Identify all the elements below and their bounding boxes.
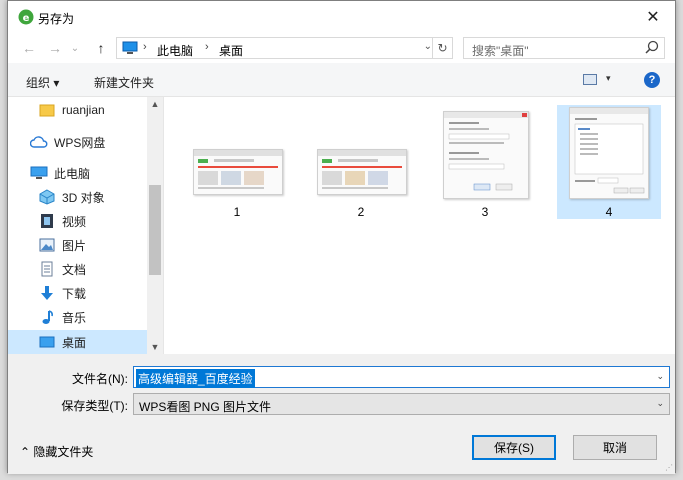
refresh-button[interactable]: ↻ (432, 38, 452, 58)
desktop-icon (38, 334, 56, 350)
file-thumbnail (443, 111, 529, 199)
save-options-panel: 文件名(N): 高级编辑器_百度经验 ⌄ 保存类型(T): WPS看图 PNG … (8, 354, 675, 474)
filetype-label: 保存类型(T): (61, 399, 128, 413)
hide-folders-toggle[interactable]: ⌃ 隐藏文件夹 (20, 443, 93, 460)
close-icon[interactable]: ✕ (646, 7, 659, 27)
sidebar-item-music[interactable]: 音乐 (8, 305, 148, 329)
sidebar-item-label: 3D 对象 (62, 190, 105, 205)
breadcrumb-desktop[interactable]: 桌面 (219, 42, 243, 59)
filetype-value: WPS看图 PNG 图片文件 (139, 400, 272, 414)
computer-icon (122, 41, 138, 54)
close-button[interactable]: ✕ (631, 1, 675, 33)
help-icon[interactable]: ? (644, 72, 660, 88)
file-name: 2 (357, 205, 365, 219)
organize-button[interactable]: 组织 ▾ (26, 74, 59, 91)
scroll-up-icon[interactable]: ▲ (147, 99, 163, 109)
file-name: 3 (481, 205, 489, 219)
sidebar-item-pictures[interactable]: 图片 (8, 233, 148, 257)
save-as-dialog: e 另存为 ✕ ← → ⌄ ↑ › 此电脑 › 桌面 ⌄ ↻ 搜索"桌面" 组织… (7, 0, 676, 474)
save-button[interactable]: 保存(S) (472, 435, 556, 460)
breadcrumb-this-pc[interactable]: 此电脑 (157, 42, 193, 59)
sidebar-item-3d-objects[interactable]: 3D 对象 (8, 185, 148, 209)
document-icon (38, 261, 56, 277)
sidebar-item-documents[interactable]: 文档 (8, 257, 148, 281)
view-icon[interactable] (583, 74, 597, 85)
save-button-label: 保存(S) (494, 441, 534, 455)
webpage-preview-icon (194, 150, 282, 189)
command-toolbar: 组织 ▾ 新建文件夹 ▾ ? (8, 63, 675, 97)
view-dropdown-button[interactable]: ▾ (606, 73, 611, 84)
sidebar-scrollbar[interactable]: ▲ ▼ (147, 97, 163, 354)
filetype-select[interactable]: WPS看图 PNG 图片文件 ⌄ (133, 393, 670, 415)
file-item[interactable]: 4 (557, 105, 661, 219)
dialog-preview-icon (570, 108, 648, 194)
sidebar-item-desktop[interactable]: 桌面 (8, 330, 148, 354)
sidebar-item-label: WPS网盘 (54, 135, 106, 150)
computer-icon (30, 165, 48, 181)
webpage-preview-icon (318, 150, 406, 189)
filename-label: 文件名(N): (72, 372, 128, 386)
chevron-down-icon[interactable]: ⌄ (424, 41, 432, 52)
cancel-button-label: 取消 (602, 441, 627, 455)
sidebar-item-downloads[interactable]: 下载 (8, 281, 148, 305)
titlebar: e 另存为 ✕ (8, 1, 675, 33)
sidebar-item-videos[interactable]: 视频 (8, 209, 148, 233)
sidebar-item-this-pc[interactable]: 此电脑 (8, 161, 148, 185)
forward-button[interactable]: → (46, 39, 64, 57)
cancel-button[interactable]: 取消 (573, 435, 657, 460)
address-bar[interactable]: › 此电脑 › 桌面 ⌄ ↻ (116, 37, 453, 59)
dialog-title: 另存为 (38, 12, 75, 26)
file-name: 4 (605, 205, 613, 219)
back-button[interactable]: ← (20, 39, 38, 57)
svg-text:e: e (23, 13, 30, 24)
chevron-down-icon[interactable]: ⌄ (656, 371, 664, 382)
file-item[interactable]: 3 (433, 105, 537, 219)
sidebar-item-label: 图片 (62, 238, 87, 253)
search-icon[interactable] (645, 40, 659, 56)
breadcrumb-separator: › (143, 41, 147, 53)
up-button[interactable]: ↑ (92, 39, 110, 57)
sidebar-item-label: 文档 (62, 262, 87, 277)
new-folder-button[interactable]: 新建文件夹 (94, 74, 154, 91)
sidebar-item-label: 桌面 (62, 335, 87, 350)
navigation-pane: ruanjian WPS网盘 此电脑 3D 对象 视频 图片 文档 下载 音乐 … (8, 97, 164, 354)
resize-grip-icon[interactable]: ⋰ (665, 463, 673, 472)
breadcrumb-separator: › (205, 41, 209, 53)
video-icon (38, 213, 56, 229)
file-item[interactable]: 2 (309, 105, 413, 219)
sidebar-item-label: 下载 (62, 286, 87, 301)
sidebar-item-ruanjian[interactable]: ruanjian (8, 98, 148, 122)
file-item[interactable]: 1 (185, 105, 289, 219)
sidebar-item-label: 视频 (62, 214, 87, 229)
folder-icon (38, 102, 56, 118)
scroll-down-icon[interactable]: ▼ (147, 342, 163, 352)
filename-input[interactable]: 高级编辑器_百度经验 ⌄ (133, 366, 670, 388)
cube-icon (38, 189, 56, 205)
sidebar-item-label: 音乐 (62, 310, 87, 325)
file-thumbnail (569, 107, 649, 199)
sidebar-item-label: ruanjian (62, 103, 105, 117)
download-icon (38, 285, 56, 301)
picture-icon (38, 237, 56, 253)
music-icon (38, 309, 56, 325)
file-thumbnail (317, 149, 407, 195)
recent-locations-button[interactable]: ⌄ (66, 39, 84, 57)
wps-app-icon: e (18, 9, 34, 25)
search-input[interactable]: 搜索"桌面" (463, 37, 665, 59)
sidebar-item-wps-cloud[interactable]: WPS网盘 (8, 130, 148, 154)
navigation-bar: ← → ⌄ ↑ › 此电脑 › 桌面 ⌄ ↻ 搜索"桌面" (8, 33, 675, 63)
scrollbar-thumb[interactable] (149, 185, 161, 275)
sidebar-item-label: 此电脑 (54, 166, 91, 181)
filename-value[interactable]: 高级编辑器_百度经验 (136, 369, 255, 388)
search-placeholder: 搜索"桌面" (472, 44, 529, 58)
file-thumbnail (193, 149, 283, 195)
cloud-icon (30, 134, 48, 150)
file-list: 1 2 3 4 (164, 97, 675, 354)
file-name: 1 (233, 205, 241, 219)
chevron-down-icon[interactable]: ⌄ (656, 398, 664, 409)
dialog-preview-icon (444, 112, 528, 191)
